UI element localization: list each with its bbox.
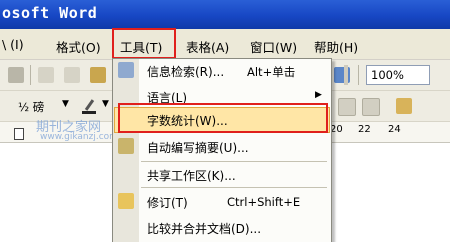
indent-marker[interactable] xyxy=(14,128,24,140)
menu-item-autosummarize[interactable]: 自动编写摘要(U)... xyxy=(147,139,249,156)
chevron-down-icon[interactable]: ▼ xyxy=(62,99,69,109)
zoom-value: 100% xyxy=(371,68,404,82)
paste-icon[interactable] xyxy=(90,67,106,83)
track-changes-icon xyxy=(118,193,134,209)
ruler-tick: 24 xyxy=(388,124,401,135)
title-bar: osoft Word xyxy=(0,0,450,29)
insert-table-icon[interactable] xyxy=(362,98,380,116)
word-window: osoft Word \ (I) 格式(O) 工具(T) 表格(A) 窗口(W)… xyxy=(0,0,450,242)
word-count-callout xyxy=(118,103,328,133)
menu-table[interactable]: 表格(A) xyxy=(186,37,229,56)
autosummarize-icon xyxy=(118,138,134,154)
toolbar-separator xyxy=(358,65,359,85)
menu-shortcut-track-changes: Ctrl+Shift+E xyxy=(227,195,301,209)
zoom-box[interactable]: 100% xyxy=(366,65,430,85)
menu-separator xyxy=(141,187,327,188)
menu-item-research[interactable]: 信息检索(R)... xyxy=(147,63,224,80)
toolbar-separator xyxy=(30,65,31,85)
menu-help[interactable]: 帮助(H) xyxy=(314,37,358,56)
menu-window[interactable]: 窗口(W) xyxy=(250,37,297,56)
menu-bar: \ (I) 格式(O) 工具(T) 表格(A) 窗口(W) 帮助(H) xyxy=(0,29,450,60)
window-title: osoft Word xyxy=(2,4,98,22)
print-icon[interactable] xyxy=(8,67,24,83)
menu-item-track-changes[interactable]: 修订(T) xyxy=(147,194,188,211)
research-icon xyxy=(118,62,134,78)
tools-menu-callout xyxy=(112,28,176,59)
submenu-arrow-icon: ▶ xyxy=(315,90,322,100)
menu-insert[interactable]: \ (I) xyxy=(2,37,24,52)
cut-icon[interactable] xyxy=(38,67,54,83)
menu-format[interactable]: 格式(O) xyxy=(56,37,101,56)
font-size-value[interactable]: ½ 磅 xyxy=(18,99,44,115)
toolbar-grip xyxy=(344,65,348,85)
copy-icon[interactable] xyxy=(64,67,80,83)
tools-dropdown-menu: 信息检索(R)... Alt+单击 语言(L) ▶ 字数统计(W)... 自动编… xyxy=(112,58,332,242)
menu-item-compare-merge[interactable]: 比较并合并文档(D)... xyxy=(147,220,261,237)
menu-item-shared-workspace[interactable]: 共享工作区(K)... xyxy=(147,167,236,184)
menu-separator xyxy=(141,161,327,162)
table-borders-icon[interactable] xyxy=(338,98,356,116)
ruler-tick: 22 xyxy=(358,124,371,135)
menu-shortcut-research: Alt+单击 xyxy=(247,65,296,79)
pen-icon[interactable] xyxy=(80,97,98,115)
highlight-icon[interactable] xyxy=(396,98,412,114)
chevron-down-icon[interactable]: ▼ xyxy=(102,99,109,109)
watermark-url: www.gikanzj.com xyxy=(40,132,118,142)
